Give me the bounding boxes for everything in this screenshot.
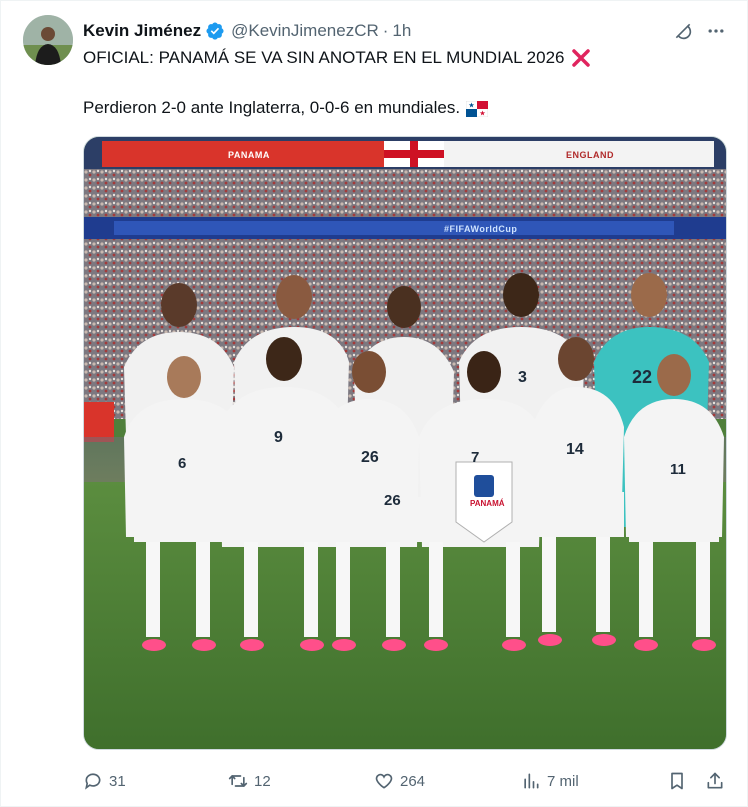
like-count: 264 [400, 772, 426, 790]
jersey-number: 26 [384, 492, 401, 509]
banner-right-text: ENGLAND [566, 150, 614, 160]
jersey-number: 6 [178, 455, 187, 472]
more-options-icon[interactable] [704, 19, 728, 43]
grok-icon[interactable] [671, 19, 695, 43]
pennant-title: PANAMÁ [470, 499, 505, 508]
reply-icon [85, 773, 101, 790]
post-header: Kevin Jiménez @KevinJimenezCR · 1h [83, 19, 411, 43]
panama-flag-icon [465, 100, 489, 118]
views-button[interactable]: 7 mil [521, 767, 579, 795]
reply-button[interactable]: 31 [83, 767, 126, 795]
cross-mark-icon [571, 48, 591, 68]
tweet-card: Kevin Jiménez @KevinJimenezCR · 1h OFICI… [0, 0, 748, 807]
post-time[interactable]: 1h [392, 21, 411, 41]
post-text-line-1: OFICIAL: PANAMÁ SE VA SIN ANOTAR EN EL M… [83, 46, 591, 70]
jersey-number: 14 [566, 441, 584, 458]
bookmark-button[interactable] [667, 767, 687, 795]
repost-count: 12 [254, 772, 271, 790]
header-separator: · [382, 21, 389, 40]
avatar[interactable] [23, 15, 73, 65]
jersey-number: 9 [274, 429, 283, 446]
repost-icon [228, 775, 248, 787]
views-icon [524, 773, 539, 789]
post-body: Perdieron 2-0 ante Inglaterra, 0-0-6 en … [83, 98, 461, 117]
action-bar: 31 12 264 7 mil [83, 767, 727, 795]
heart-icon [375, 773, 393, 789]
reply-count: 31 [109, 772, 126, 790]
views-count: 7 mil [547, 772, 579, 790]
share-icon [707, 772, 723, 789]
share-button[interactable] [705, 767, 725, 795]
verified-badge-icon [205, 21, 225, 41]
post-photo[interactable]: PANAMA ENGLAND #FIFAWorldCup PANAMÁ 6 9 … [83, 136, 727, 750]
post-text-line-2: Perdieron 2-0 ante Inglaterra, 0-0-6 en … [83, 96, 489, 120]
repost-button[interactable]: 12 [228, 767, 271, 795]
author-handle[interactable]: @KevinJimenezCR [231, 21, 379, 41]
jersey-number: 7 [471, 449, 480, 466]
jersey-number: 26 [361, 449, 379, 466]
board-text: #FIFAWorldCup [444, 224, 518, 234]
banner-left-text: PANAMA [228, 150, 270, 160]
jersey-number: 22 [632, 367, 653, 387]
author-name[interactable]: Kevin Jiménez [83, 21, 201, 41]
like-button[interactable]: 264 [374, 767, 425, 795]
bookmark-icon [671, 772, 683, 790]
jersey-number: 3 [518, 369, 527, 386]
post-headline: OFICIAL: PANAMÁ SE VA SIN ANOTAR EN EL M… [83, 48, 565, 67]
jersey-number: 11 [670, 461, 686, 478]
